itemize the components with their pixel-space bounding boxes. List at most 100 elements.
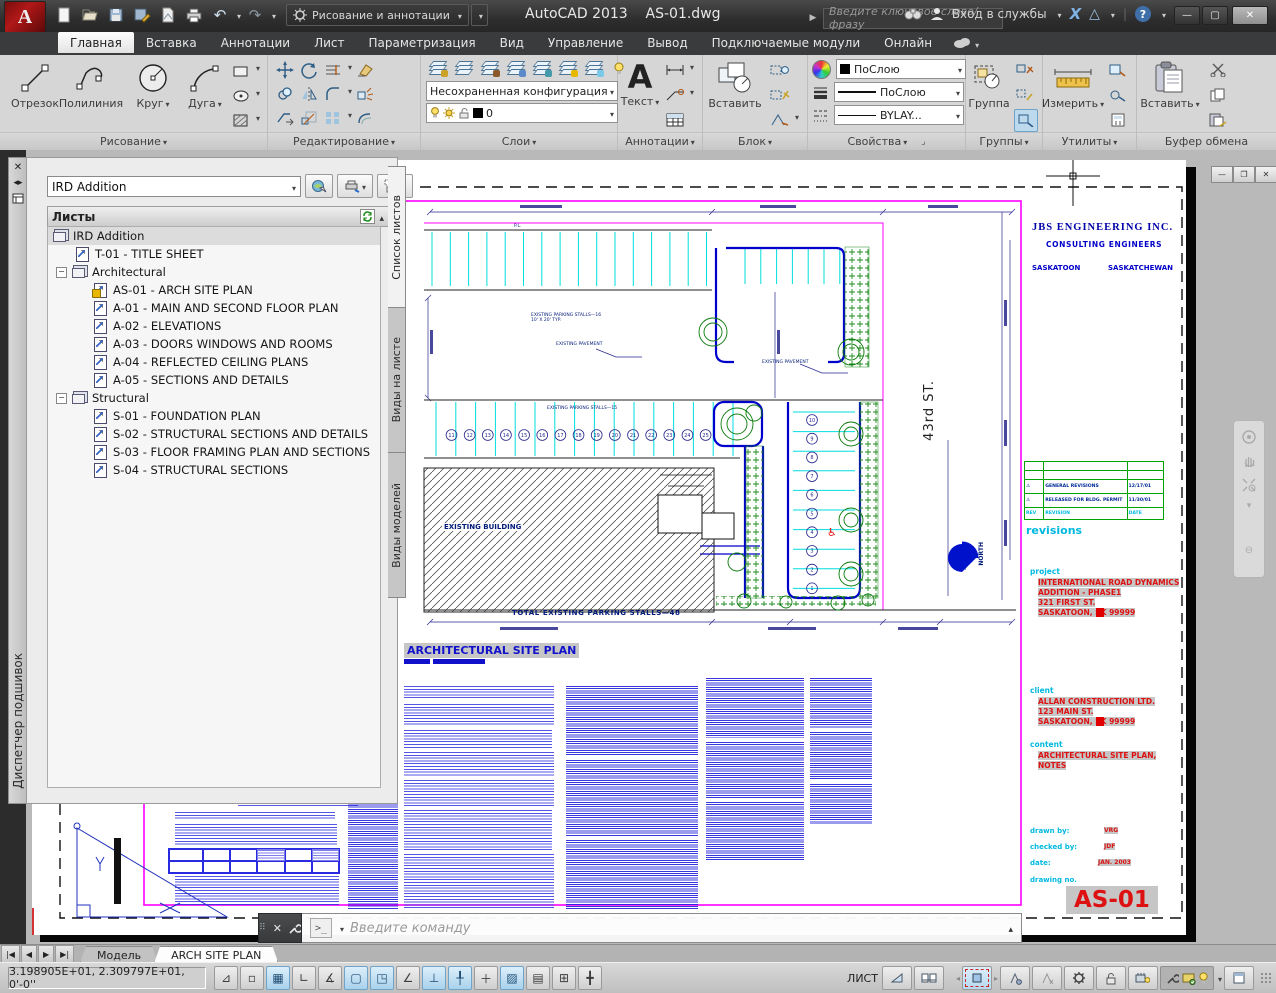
- fillet-dropdown[interactable]: [346, 83, 352, 104]
- multileader-dropdown[interactable]: [688, 84, 694, 105]
- layer-unisolate-button[interactable]: [504, 58, 526, 79]
- palette-properties-icon[interactable]: [12, 193, 24, 204]
- toggle-dynamic-ucs[interactable]: ⊥: [422, 966, 446, 990]
- new-file-button[interactable]: [52, 4, 76, 26]
- array-dropdown[interactable]: [346, 107, 352, 128]
- minimize-button[interactable]: —: [1174, 6, 1200, 25]
- redo-dropdown[interactable]: [269, 8, 276, 22]
- plot-preview-button[interactable]: [156, 4, 180, 26]
- hatch-dropdown[interactable]: [254, 110, 260, 131]
- move-button[interactable]: [274, 59, 296, 80]
- layer-combo[interactable]: 0: [426, 103, 618, 123]
- save-button[interactable]: [104, 4, 128, 26]
- ribbon-tab-Подключаемые модули[interactable]: Подключаемые модули: [700, 32, 873, 53]
- groups-panel-footer[interactable]: Группы: [966, 132, 1042, 150]
- toolbar-lock-button[interactable]: [1096, 966, 1126, 990]
- exchange-apps-icon[interactable]: X: [1070, 5, 1082, 23]
- tree-item[interactable]: S-04 - STRUCTURAL SECTIONS: [48, 461, 380, 479]
- redo-button[interactable]: ↷: [243, 4, 267, 26]
- tray-performance-icon[interactable]: [1182, 972, 1196, 985]
- tab-sheet-list[interactable]: Список листов: [388, 166, 406, 308]
- ribbon-tab-Управление[interactable]: Управление: [536, 32, 635, 53]
- command-expand-arrow[interactable]: [1008, 921, 1013, 935]
- pan-hand-icon[interactable]: [1241, 453, 1257, 469]
- palette-autohide-icon[interactable]: ◂▸: [13, 178, 22, 188]
- command-line-bar[interactable]: ⠿ ✕ >_ Введите команду: [258, 913, 1022, 943]
- tree-item[interactable]: S-01 - FOUNDATION PLAN: [48, 407, 380, 425]
- line-button[interactable]: Отрезок: [6, 58, 64, 110]
- palette-title-bar[interactable]: ✕ ◂▸ Диспетчер подшивок: [8, 157, 28, 804]
- quick-view-drawings-button[interactable]: [882, 966, 912, 990]
- navigation-bar[interactable]: ▾ ⊖: [1233, 420, 1265, 578]
- ribbon-tab-Аннотации[interactable]: Аннотации: [209, 32, 302, 53]
- annotation-visibility-button[interactable]: [1000, 966, 1030, 990]
- command-input[interactable]: >_ Введите команду: [302, 913, 1022, 943]
- tab-sheet-views[interactable]: Виды на листе: [388, 307, 406, 453]
- layer-properties-button[interactable]: [426, 58, 448, 79]
- group-button[interactable]: Группа: [966, 58, 1012, 110]
- block-panel-footer[interactable]: Блок: [703, 132, 807, 150]
- ribbon-tab-Лист[interactable]: Лист: [302, 32, 356, 53]
- toggle-selection-cycling[interactable]: ⊞: [552, 966, 576, 990]
- object-color-combo[interactable]: ПоСлою: [836, 59, 966, 79]
- sheets-section-header[interactable]: Листы: [47, 206, 389, 227]
- maximize-viewport-button[interactable]: [962, 966, 992, 990]
- multileader-button[interactable]: [664, 84, 686, 105]
- tab-model-views[interactable]: Виды моделей: [388, 452, 406, 598]
- publish-button[interactable]: [337, 174, 373, 198]
- text-button[interactable]: A Текст: [618, 58, 662, 109]
- signin-button[interactable]: Вход в службы: [952, 7, 1047, 21]
- workspace-switcher[interactable]: Рисование и аннотации: [286, 4, 469, 26]
- trim-button[interactable]: [322, 59, 344, 80]
- layer-config-combo[interactable]: Несохраненная конфигурация сло: [426, 81, 618, 101]
- palette-close-icon[interactable]: ✕: [14, 162, 22, 173]
- polyline-button[interactable]: Полилиния: [62, 58, 120, 110]
- array-button[interactable]: [322, 107, 344, 128]
- command-close-icon[interactable]: ✕: [273, 922, 282, 935]
- lineweight-combo[interactable]: ПоСлою: [834, 82, 964, 102]
- help-dropdown[interactable]: [1159, 7, 1166, 21]
- tree-item[interactable]: T-01 - TITLE SHEET: [48, 245, 380, 263]
- tree-expand-icon[interactable]: −: [56, 267, 67, 278]
- select-similar-button[interactable]: [1107, 84, 1129, 105]
- scale-button[interactable]: [298, 107, 320, 128]
- quick-select-button[interactable]: [1107, 59, 1129, 80]
- toggle-lineweight[interactable]: ＋: [474, 966, 498, 990]
- ribbon-tab-Вывод[interactable]: Вывод: [635, 32, 699, 53]
- close-button[interactable]: ✕: [1232, 6, 1268, 25]
- tree-expand-icon[interactable]: −: [56, 393, 67, 404]
- tree-item[interactable]: IRD Addition: [48, 227, 380, 245]
- undo-dropdown[interactable]: [234, 8, 241, 22]
- autodesk360-icon[interactable]: △: [1089, 6, 1100, 22]
- mirror-button[interactable]: [298, 83, 320, 104]
- ribbon-tab-Вид[interactable]: Вид: [488, 32, 536, 53]
- tray-wrench-icon[interactable]: [1166, 972, 1179, 985]
- copy-clip-button[interactable]: [1207, 84, 1229, 105]
- linetype-combo[interactable]: BYLAY...: [834, 105, 964, 125]
- toggle-snap-mode[interactable]: ▫: [240, 966, 264, 990]
- print-button[interactable]: [182, 4, 206, 26]
- vp-next-arrow[interactable]: ▸: [994, 974, 998, 983]
- tree-item[interactable]: A-05 - SECTIONS AND DETAILS: [48, 371, 380, 389]
- workspace-gear-button[interactable]: [1064, 966, 1094, 990]
- refresh-icon[interactable]: [360, 209, 375, 224]
- toggle-transparency[interactable]: ▨: [500, 966, 524, 990]
- properties-panel-footer[interactable]: Свойства⌟: [808, 132, 965, 150]
- paste-button[interactable]: Вставить: [1141, 58, 1199, 111]
- feedback-cloud-icon[interactable]: [944, 32, 987, 55]
- table-button[interactable]: [664, 109, 686, 130]
- navbar-close-icon[interactable]: ⊖: [1245, 545, 1253, 556]
- ribbon-tab-Параметризация[interactable]: Параметризация: [356, 32, 487, 53]
- steering-wheel-icon[interactable]: [1241, 429, 1257, 445]
- sheetset-combo[interactable]: IRD Addition: [47, 176, 301, 197]
- undo-button[interactable]: ↶: [208, 4, 232, 26]
- last-layout-button[interactable]: ▶|: [55, 945, 74, 963]
- modify-panel-footer[interactable]: Редактирование: [268, 132, 420, 150]
- tree-item[interactable]: S-02 - STRUCTURAL SECTIONS AND DETAILS: [48, 425, 380, 443]
- doc-minimize-button[interactable]: —: [1211, 166, 1233, 183]
- edit-attributes-button[interactable]: [769, 84, 791, 105]
- edit-block-button[interactable]: [769, 59, 791, 80]
- resize-grip[interactable]: [1260, 972, 1272, 984]
- toggle-dynamic-input[interactable]: ╀: [448, 966, 472, 990]
- ribbon-tab-Главная[interactable]: Главная: [58, 32, 134, 53]
